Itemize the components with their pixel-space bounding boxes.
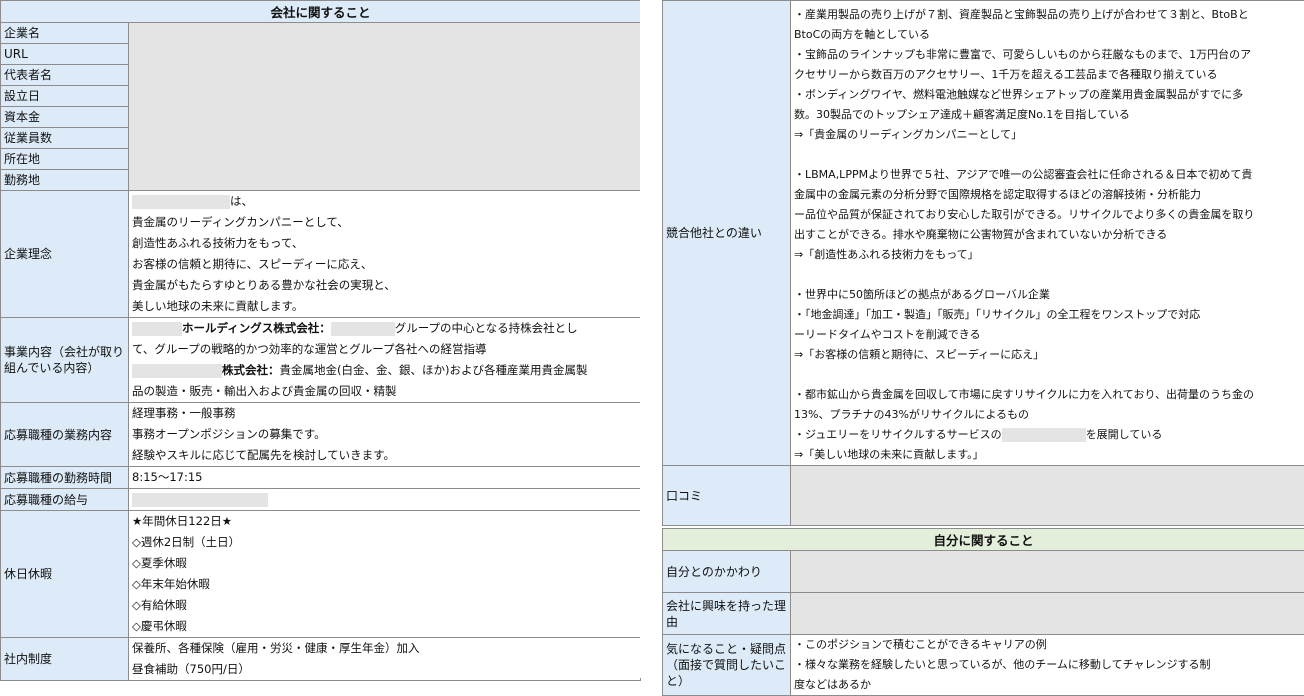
redacted-holdings-name (132, 322, 182, 336)
business-line-1: て、グループの戦略的かつ効率的な運営とグループ各社への経営指導 (132, 339, 637, 360)
question-line-2: 度などはあるか (794, 675, 1301, 695)
label-employees: 従業員数 (1, 128, 129, 149)
redacted-salary (132, 493, 268, 507)
business-text: ホールディングス株式会社：グループの中心となる持株会社とし て、グループの戦略的… (129, 318, 641, 403)
label-ceo: 代表者名 (1, 65, 129, 86)
philosophy-line-4: 貴金属がもたらすゆとりある豊かな社会の実現と、 (132, 275, 637, 296)
system-line-1: 昼食補助（750円/日） (132, 659, 637, 680)
label-capital: 資本金 (1, 107, 129, 128)
comp-line-16: ーリードタイムやコストを削減できる (794, 325, 1301, 345)
redacted-company-name (132, 195, 230, 209)
label-connection: 自分とのかかわり (663, 551, 791, 593)
redacted-group-name (331, 322, 395, 336)
philosophy-text: は、 貴金属のリーディングカンパニーとして、 創造性あふれる技術力をもって、 お… (129, 191, 641, 318)
comp-line-7 (794, 145, 1301, 165)
comp-line-3: クセサリーから数百万のアクセサリー、1千万を超える工芸品まで各種取り揃えている (794, 65, 1301, 85)
comp-line-4: ・ボンディングワイヤ、燃料電池触媒など世界シェアトップの産業用貴金属製品がすでに… (794, 85, 1301, 105)
holiday-line-4: ◇有給休暇 (132, 595, 637, 616)
column-gap (640, 0, 662, 678)
redacted-subsidiary-name (132, 364, 222, 378)
business-line-3: 品の製造・販売・輸出入および貴金属の回収・精製 (132, 381, 637, 402)
business-line-0: ホールディングス株式会社：グループの中心となる持株会社とし (132, 318, 637, 339)
comp-line-12: ⇒「創造性あふれる技術力をもって」 (794, 245, 1301, 265)
self-section-title: 自分に関すること (663, 529, 1304, 551)
label-internal-system: 社内制度 (1, 638, 129, 681)
holiday-line-5: ◇慶弔休暇 (132, 616, 637, 637)
label-business: 事業内容（会社が取り組んでいる内容） (1, 318, 129, 403)
comp-line-18 (794, 365, 1301, 385)
connection-redacted (791, 551, 1304, 593)
competitor-text: ・産業用製品の売り上げが７割、資産製品と宝飾製品の売り上げが合わせて３割と、Bt… (791, 1, 1304, 466)
job-content-text: 経理事務・一般事務 事務オープンポジションの募集です。 経験やスキルに応じて配属… (129, 403, 641, 467)
interest-redacted (791, 593, 1304, 635)
comp-line-2: ・宝飾品のラインナップも非常に豊富で、可愛らしいものから荘厳なものまで、1万円台… (794, 45, 1301, 65)
comp-line-5: 数。30製品でのトップシェア達成＋顧客満足度No.1を目指している (794, 105, 1301, 125)
label-questions: 気になること・疑問点（面接で質問したいこと） (663, 635, 791, 696)
holiday-line-3: ◇年末年始休暇 (132, 574, 637, 595)
company-table: 会社に関すること 企業名 URL 代表者名 設立日 資本金 従業員数 所在地 勤… (0, 0, 640, 678)
questions-text: ・このポジションで積むことができるキャリアの例 ・様々な業務を経験したいと思って… (791, 635, 1304, 696)
comp-line-17: ⇒「お客様の信頼と期待に、スピーディーに応え」 (794, 345, 1301, 365)
comp-line-21: ・ジュエリーをリサイクルするサービスのを展開している (794, 425, 1301, 445)
comp-line-9: 金属中の金属元素の分析分野で国際規格を認定取得するほどの溶解技術・分析能力 (794, 185, 1301, 205)
philosophy-line-5: 美しい地球の未来に貢献します。 (132, 296, 637, 317)
system-line-0: 保養所、各種保険（雇用・労災・健康・厚生年金）加入 (132, 638, 637, 659)
self-table: 自分に関すること 自分とのかかわり 会社に興味を持った理由 気になること・疑問点… (662, 528, 1304, 696)
question-line-1: ・様々な業務を経験したいと思っているが、他のチームに移動してチャレンジする制 (794, 655, 1301, 675)
philosophy-line-3: お客様の信頼と期待に、スピーディーに応え、 (132, 254, 637, 275)
comp-line-1: BtoCの両方を軸としている (794, 25, 1301, 45)
label-reviews: 口コミ (663, 466, 791, 526)
competitor-table: 競合他社との違い ・産業用製品の売り上げが７割、資産製品と宝飾製品の売り上げが合… (662, 0, 1304, 526)
reviews-redacted (791, 466, 1304, 526)
company-info-table: 会社に関すること 企業名 URL 代表者名 設立日 資本金 従業員数 所在地 勤… (0, 0, 641, 681)
comp-line-11: 出すことができる。排水や廃棄物に公害物質が含まれていないか分析できる (794, 225, 1301, 245)
holiday-line-0: ★年間休日122日★ (132, 511, 637, 532)
comp-line-15: ・「地金調達」「加工・製造」「販売」「リサイクル」の全工程をワンストップで対応 (794, 305, 1301, 325)
philosophy-line-1: 貴金属のリーディングカンパニーとして、 (132, 212, 637, 233)
holidays-text: ★年間休日122日★ ◇週休2日制（土日） ◇夏季休暇 ◇年末年始休暇 ◇有給休… (129, 511, 641, 638)
label-company-name: 企業名 (1, 23, 129, 44)
holiday-line-1: ◇週休2日制（土日） (132, 532, 637, 553)
question-line-0: ・このポジションで積むことができるキャリアの例 (794, 635, 1301, 655)
company-section-title: 会社に関すること (1, 1, 641, 23)
label-job-content: 応募職種の業務内容 (1, 403, 129, 467)
comp-line-8: ・LBMA,LPPMより世界で５社、アジアで唯一の公認審査会社に任命される＆日本… (794, 165, 1301, 185)
internal-system-text: 保養所、各種保険（雇用・労災・健康・厚生年金）加入 昼食補助（750円/日） (129, 638, 641, 681)
job-line-2: 経験やスキルに応じて配属先を検討していきます。 (132, 445, 637, 466)
comp-line-0: ・産業用製品の売り上げが７割、資産製品と宝飾製品の売り上げが合わせて３割と、Bt… (794, 5, 1301, 25)
label-interest-reason: 会社に興味を持った理由 (663, 593, 791, 635)
comp-line-20: 13%、プラチナの43%がリサイクルによるもの (794, 405, 1301, 425)
holiday-line-2: ◇夏季休暇 (132, 553, 637, 574)
label-founded: 設立日 (1, 86, 129, 107)
comp-line-19: ・都市鉱山から貴金属を回収して市場に戻すリサイクルに力を入れており、出荷量のうち… (794, 385, 1301, 405)
right-table: 競合他社との違い ・産業用製品の売り上げが７割、資産製品と宝飾製品の売り上げが合… (662, 0, 1304, 678)
philosophy-line-0: は、 (132, 191, 637, 212)
comp-line-14: ・世界中に50箇所ほどの拠点があるグローバル企業 (794, 285, 1301, 305)
label-work-hours: 応募職種の勤務時間 (1, 467, 129, 489)
redacted-service-name (1002, 428, 1086, 442)
job-line-1: 事務オープンポジションの募集です。 (132, 424, 637, 445)
job-line-0: 経理事務・一般事務 (132, 403, 637, 424)
comp-line-10: ー品位や品質が保証されており安心した取引ができる。リサイクルでより多くの貴金属を… (794, 205, 1301, 225)
label-philosophy: 企業理念 (1, 191, 129, 318)
label-competitor: 競合他社との違い (663, 1, 791, 466)
salary-value (129, 489, 641, 511)
label-address: 所在地 (1, 149, 129, 170)
label-workplace: 勤務地 (1, 170, 129, 191)
comp-line-13 (794, 265, 1301, 285)
philosophy-line-2: 創造性あふれる技術力をもって、 (132, 233, 637, 254)
business-line-2: 株式会社：貴金属地金(白金、金、銀、ほか)および各種産業用貴金属製 (132, 360, 637, 381)
label-salary: 応募職種の給与 (1, 489, 129, 511)
comp-line-22: ⇒「美しい地球の未来に貢献します。」 (794, 445, 1301, 465)
comp-line-6: ⇒「貴金属のリーディングカンパニーとして」 (794, 125, 1301, 145)
label-url: URL (1, 44, 129, 65)
label-holidays: 休日休暇 (1, 511, 129, 638)
work-hours-value: 8:15～17:15 (129, 467, 641, 489)
company-basic-info-redacted (129, 23, 641, 191)
